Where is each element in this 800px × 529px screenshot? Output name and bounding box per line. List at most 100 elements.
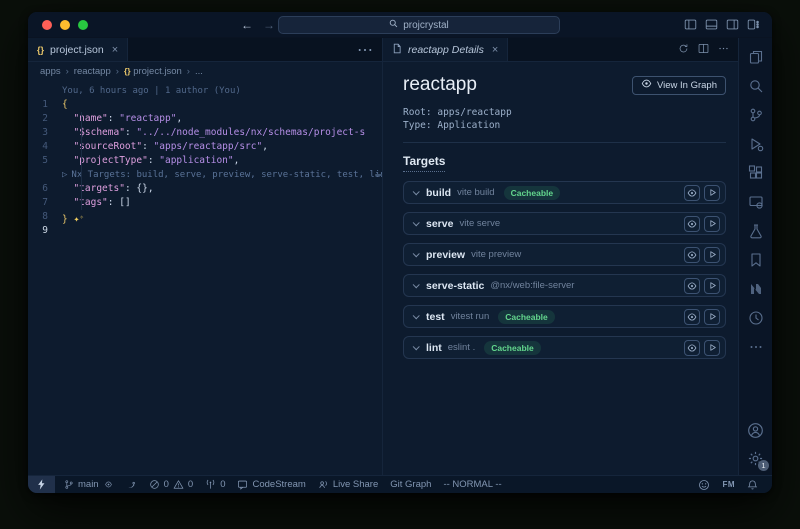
nx-lens-text[interactable]: Nx Targets: build, serve, preview, serve…: [71, 168, 382, 182]
target-row-serve[interactable]: servevite serve: [403, 212, 726, 235]
close-tab-icon[interactable]: ×: [492, 44, 498, 56]
run-and-debug-icon[interactable]: [748, 136, 764, 152]
chevron-down-icon[interactable]: [413, 312, 420, 319]
target-row-lint[interactable]: linteslint .Cacheable: [403, 336, 726, 359]
cacheable-badge: Cacheable: [498, 310, 555, 324]
target-name: serve-static: [426, 280, 484, 292]
navigate-back-button[interactable]: ←: [241, 18, 253, 32]
status-git-graph[interactable]: Git Graph: [384, 476, 437, 493]
files-icon[interactable]: [748, 49, 764, 65]
line-number: 6: [28, 182, 62, 196]
project-title: reactapp: [403, 74, 477, 96]
maximize-window-button[interactable]: [78, 20, 88, 30]
status-label: CodeStream: [252, 479, 305, 490]
close-window-button[interactable]: [42, 20, 52, 30]
line-number: 1: [28, 98, 62, 112]
run-target-button[interactable]: [704, 216, 720, 232]
settings-icon[interactable]: 1: [747, 450, 764, 467]
toggle-panel-button[interactable]: [705, 18, 718, 31]
show-target-config-button[interactable]: [684, 309, 700, 325]
target-command: @nx/web:file-server: [490, 280, 574, 291]
chevron-down-icon[interactable]: [413, 343, 420, 350]
view-in-graph-button[interactable]: View In Graph: [632, 76, 726, 95]
line-content: "tags": []: [62, 196, 382, 210]
run-target-button[interactable]: [704, 309, 720, 325]
show-target-config-button[interactable]: [684, 278, 700, 294]
more-actions-button[interactable]: [718, 41, 729, 59]
chevron-down-icon[interactable]: [413, 219, 420, 226]
status-error[interactable]: 00: [143, 476, 200, 493]
status-normal[interactable]: -- NORMAL --: [437, 476, 507, 493]
target-actions: [684, 309, 720, 325]
status-git-branch[interactable]: main: [58, 476, 120, 493]
navigate-forward-button[interactable]: →: [263, 18, 275, 32]
bookmarks-icon[interactable]: [748, 252, 764, 268]
toggle-primary-sidebar-button[interactable]: [684, 18, 697, 31]
show-target-config-button[interactable]: [684, 185, 700, 201]
source-control-icon[interactable]: [748, 107, 764, 123]
breadcrumb-item--[interactable]: ...: [195, 66, 203, 77]
status-label: main: [78, 479, 99, 490]
command-center-search[interactable]: projcrystal: [278, 16, 560, 34]
more-actions-icon[interactable]: ⋯: [357, 40, 373, 60]
run-target-button[interactable]: [704, 185, 720, 201]
status-fm[interactable]: FM: [716, 476, 741, 493]
account-icon[interactable]: [747, 422, 764, 439]
code-token: :: [142, 141, 153, 152]
breadcrumb-item-project-json[interactable]: {} project.json: [124, 66, 182, 77]
customize-layout-button[interactable]: [747, 18, 760, 31]
desktop-background: ← → projcrystal {} project.json ×: [0, 0, 800, 529]
chevron-down-icon[interactable]: [413, 250, 420, 257]
tab-project-json[interactable]: {} project.json ×: [28, 38, 128, 61]
status-liveshare[interactable]: Live Share: [312, 476, 384, 493]
target-name: build: [426, 187, 451, 199]
run-target-button[interactable]: [704, 340, 720, 356]
nx-console-icon[interactable]: [748, 281, 764, 297]
toggle-secondary-sidebar-button[interactable]: [726, 18, 739, 31]
chevron-down-icon[interactable]: [413, 281, 420, 288]
status-bird[interactable]: [120, 476, 143, 493]
testing-icon[interactable]: [748, 223, 764, 239]
tab-reactapp-details[interactable]: reactapp Details ×: [383, 38, 508, 61]
target-row-test[interactable]: testvitest runCacheable: [403, 305, 726, 328]
breadcrumb-item-reactapp[interactable]: reactapp: [74, 66, 111, 77]
code-line: 8} ✦✧: [28, 210, 382, 224]
refresh-button[interactable]: [678, 41, 689, 59]
breadcrumb: apps›reactapp›{} project.json›...: [28, 62, 382, 80]
status-broadcast[interactable]: 0: [199, 476, 231, 493]
code-token: []: [119, 197, 130, 208]
status-smiley[interactable]: [692, 476, 716, 493]
target-row-serve-static[interactable]: serve-static @nx/web:file-server: [403, 274, 726, 297]
split-editor-button[interactable]: [698, 41, 709, 59]
editor-group-left: {} project.json × ⋯ apps›reactapp›{} pro…: [28, 38, 382, 475]
show-target-config-button[interactable]: [684, 340, 700, 356]
code-token: "reactapp": [119, 113, 176, 124]
status-remote[interactable]: [28, 476, 55, 493]
show-target-config-button[interactable]: [684, 216, 700, 232]
chevron-down-icon[interactable]: [413, 188, 420, 195]
status-codestream[interactable]: CodeStream: [231, 476, 311, 493]
run-target-button[interactable]: [704, 278, 720, 294]
warning-icon: [173, 479, 184, 490]
target-row-build[interactable]: buildvite buildCacheable: [403, 181, 726, 204]
target-actions: [684, 278, 720, 294]
status-bell[interactable]: [741, 476, 764, 493]
timeline-icon[interactable]: [748, 310, 764, 326]
cacheable-badge: Cacheable: [504, 186, 561, 200]
target-command: eslint .: [448, 342, 475, 353]
run-target-button[interactable]: [704, 247, 720, 263]
show-target-config-button[interactable]: [684, 247, 700, 263]
more-icon[interactable]: [748, 339, 764, 355]
extensions-icon[interactable]: [748, 165, 764, 181]
line-content: ▷ Nx Targets: build, serve, preview, serv…: [62, 168, 382, 182]
search-icon[interactable]: [748, 78, 764, 94]
minimize-window-button[interactable]: [60, 20, 70, 30]
sash-handle[interactable]: [375, 174, 382, 176]
breadcrumb-item-apps[interactable]: apps: [40, 66, 61, 77]
target-row-preview[interactable]: previewvite preview: [403, 243, 726, 266]
status-bar: main 000 CodeStream Live ShareGit Graph-- N…: [28, 475, 772, 493]
close-tab-icon[interactable]: ×: [112, 44, 118, 56]
remote-explorer-icon[interactable]: [748, 194, 764, 210]
run-target-icon[interactable]: ▷: [62, 168, 67, 182]
code-editor[interactable]: You, 6 hours ago | 1 author (You)1{2 "na…: [28, 80, 382, 475]
